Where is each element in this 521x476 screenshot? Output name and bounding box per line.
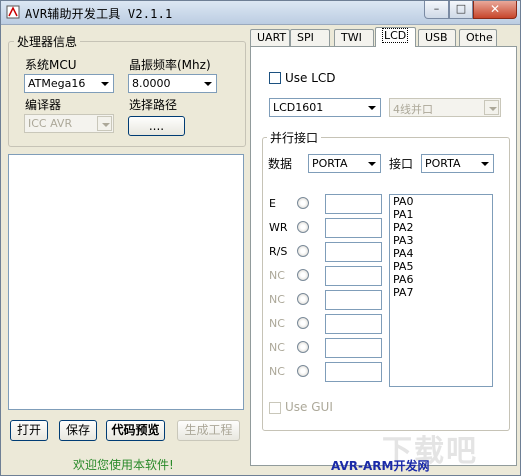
chevron-down-icon (477, 156, 492, 171)
data-port-label: 数据 (268, 157, 293, 171)
tab-lcd-label: LCD (382, 28, 409, 43)
tab-lcd[interactable]: LCD (375, 27, 416, 47)
maximize-button[interactable]: □ (449, 1, 473, 19)
pin-field-nc[interactable] (325, 362, 382, 382)
mcu-label: 系统MCU (25, 58, 77, 72)
list-item[interactable]: PA6 (390, 273, 492, 286)
list-item[interactable]: PA2 (390, 221, 492, 234)
tab-usb-label: USB (425, 31, 448, 44)
generate-project-button[interactable]: 生成工程 (177, 420, 240, 441)
list-item[interactable]: PA3 (390, 234, 492, 247)
use-gui-label: Use GUI (285, 400, 333, 414)
open-button[interactable]: 打开 (10, 420, 48, 441)
list-item[interactable]: PA4 (390, 247, 492, 260)
iface-port-label: 接口 (389, 157, 414, 171)
tab-twi-label: TWI (341, 31, 362, 44)
pin-label-nc: NC (269, 269, 285, 282)
pin-label-e: E (269, 197, 276, 210)
welcome-text: 欢迎您使用本软件! (73, 458, 174, 472)
pin-field-nc[interactable] (325, 314, 382, 334)
lcd-model-select[interactable]: LCD1601 (269, 98, 381, 117)
processor-info-title: 处理器信息 (14, 33, 81, 50)
use-lcd-checkbox[interactable] (269, 72, 281, 84)
maximize-icon: □ (455, 2, 467, 15)
pin-field-rs[interactable] (325, 242, 382, 262)
minimize-button[interactable]: – (424, 1, 449, 19)
tab-spi[interactable]: SPI (290, 29, 330, 46)
title-bar[interactable]: AVR辅助开发工具 V2.1.1 – □ ✕ (1, 1, 520, 25)
mcu-value: ATMega16 (28, 77, 86, 90)
browse-path-button[interactable]: .... (128, 116, 185, 136)
tab-usb[interactable]: USB (418, 29, 456, 46)
chevron-down-icon (484, 100, 499, 115)
pin-radio-nc[interactable] (297, 317, 309, 329)
pin-field-nc[interactable] (325, 290, 382, 310)
list-item[interactable]: PA0 (390, 195, 492, 208)
pin-label-wr: WR (269, 221, 288, 234)
list-item[interactable]: PA7 (390, 286, 492, 299)
pin-radio-nc[interactable] (297, 341, 309, 353)
lcd-mode-value: 4线并口 (393, 103, 433, 116)
pin-label-nc: NC (269, 365, 285, 378)
pin-label-nc: NC (269, 293, 285, 306)
compiler-value: ICC AVR (28, 117, 73, 130)
window-title: AVR辅助开发工具 V2.1.1 (25, 7, 173, 21)
app-window: AVR辅助开发工具 V2.1.1 – □ ✕ 处理器信息 系统MCU ATMeg… (0, 0, 521, 476)
site-link[interactable]: AVR-ARM开发网 (331, 457, 429, 474)
pin-label-rs: R/S (269, 245, 288, 258)
save-button[interactable]: 保存 (59, 420, 97, 441)
pin-radio-nc[interactable] (297, 269, 309, 281)
chevron-down-icon (97, 76, 112, 91)
iface-port-select[interactable]: PORTA (421, 154, 494, 173)
tab-uart-label: UART (257, 31, 287, 44)
lcd-mode-select[interactable]: 4线并口 (389, 98, 501, 117)
pin-field-e[interactable] (325, 194, 382, 214)
parallel-interface-title: 并行接口 (267, 129, 322, 146)
minimize-icon: – (433, 2, 440, 15)
freq-value: 8.0000 (132, 77, 171, 90)
close-icon: ✕ (489, 2, 501, 16)
pin-radio-wr[interactable] (297, 221, 309, 233)
tab-strip: UART SPI TWI LCD USB Othe (250, 27, 516, 47)
code-preview-button[interactable]: 代码预览 (106, 420, 165, 441)
tab-uart[interactable]: UART (250, 29, 290, 46)
close-button[interactable]: ✕ (473, 1, 517, 19)
list-item[interactable]: PA5 (390, 260, 492, 273)
lcd-model-value: LCD1601 (273, 101, 324, 114)
freq-label: 晶振频率(Mhz) (129, 58, 211, 72)
data-port-select[interactable]: PORTA (308, 154, 381, 173)
iface-port-value: PORTA (425, 157, 461, 170)
tab-other-label: Othe (466, 31, 493, 44)
compiler-label: 编译器 (25, 98, 62, 112)
chevron-down-icon (97, 116, 112, 131)
freq-select[interactable]: 8.0000 (128, 74, 217, 93)
mcu-select[interactable]: ATMega16 (24, 74, 114, 93)
port-pin-listbox[interactable]: PA0 PA1 PA2 PA3 PA4 PA5 PA6 PA7 (389, 194, 493, 387)
chevron-down-icon (200, 76, 215, 91)
pin-radio-nc[interactable] (297, 293, 309, 305)
use-lcd-label: Use LCD (285, 71, 336, 85)
app-icon (6, 5, 20, 19)
data-port-value: PORTA (312, 157, 348, 170)
output-textarea[interactable] (8, 154, 244, 410)
tab-twi[interactable]: TWI (334, 29, 374, 46)
pin-radio-e[interactable] (297, 197, 309, 209)
tab-other[interactable]: Othe (459, 29, 497, 46)
pin-label-nc: NC (269, 317, 285, 330)
pin-radio-rs[interactable] (297, 245, 309, 257)
pin-radio-nc[interactable] (297, 365, 309, 377)
compiler-select[interactable]: ICC AVR (24, 114, 114, 133)
use-gui-checkbox[interactable] (269, 402, 281, 414)
pin-label-nc: NC (269, 341, 285, 354)
tab-spi-label: SPI (297, 31, 314, 44)
list-item[interactable]: PA1 (390, 208, 492, 221)
pin-field-nc[interactable] (325, 266, 382, 286)
chevron-down-icon (364, 100, 379, 115)
pin-field-wr[interactable] (325, 218, 382, 238)
chevron-down-icon (364, 156, 379, 171)
pin-field-nc[interactable] (325, 338, 382, 358)
path-label: 选择路径 (129, 98, 178, 112)
